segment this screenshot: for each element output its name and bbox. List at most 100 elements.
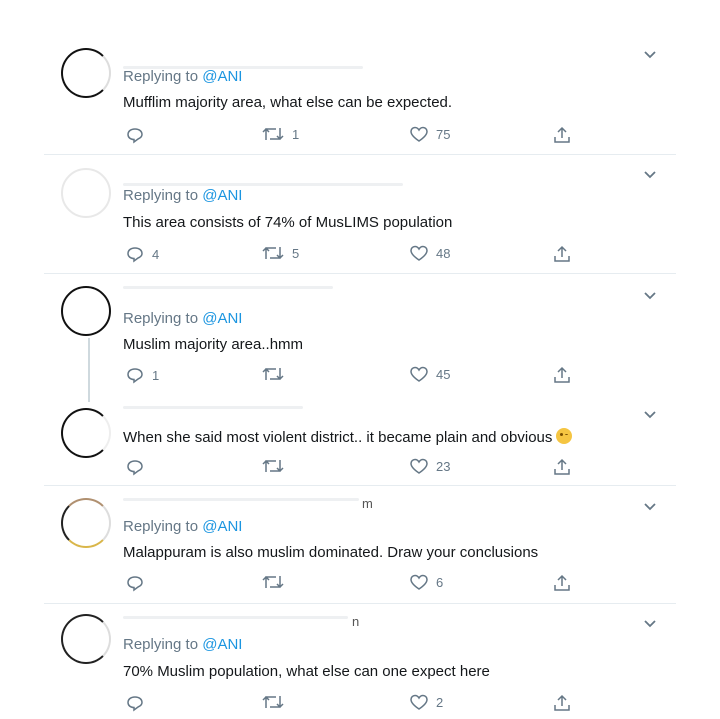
replying-to-handle[interactable]: @ANI bbox=[202, 68, 242, 85]
retweet-count: 1 bbox=[292, 126, 300, 142]
author-name-tail: m bbox=[362, 496, 373, 511]
share-icon bbox=[554, 245, 570, 262]
retweet-button[interactable] bbox=[262, 458, 292, 474]
reply-button[interactable]: 1 bbox=[126, 366, 159, 384]
reply-icon bbox=[127, 368, 143, 384]
like-button[interactable]: 6 bbox=[410, 574, 443, 591]
chevron-down-icon[interactable] bbox=[643, 502, 657, 512]
author-name-tail: n bbox=[352, 614, 360, 629]
reply-count: 1 bbox=[152, 367, 160, 383]
share-button[interactable] bbox=[553, 126, 571, 144]
avatar[interactable] bbox=[61, 498, 111, 548]
share-icon bbox=[554, 366, 570, 383]
reply-icon bbox=[127, 247, 143, 263]
replying-to-handle[interactable]: @ANI bbox=[202, 187, 242, 204]
tweet-1[interactable]: Replying to @ANI Mufflim majority area, … bbox=[0, 0, 720, 155]
winking-face-icon bbox=[556, 428, 573, 444]
chevron-down-icon[interactable] bbox=[643, 170, 657, 180]
like-button[interactable]: 48 bbox=[410, 245, 450, 262]
tweet-text: This area consists of 74% of MusLIMS pop… bbox=[123, 214, 453, 231]
avatar[interactable] bbox=[61, 614, 111, 664]
author-name-obscured bbox=[123, 616, 348, 619]
retweet-button[interactable] bbox=[262, 574, 292, 590]
retweet-icon bbox=[262, 246, 284, 260]
like-button[interactable]: 23 bbox=[410, 458, 450, 475]
reply-button[interactable] bbox=[126, 458, 152, 476]
thread-line bbox=[88, 338, 90, 402]
heart-icon bbox=[410, 126, 428, 142]
reply-button[interactable]: 4 bbox=[126, 245, 159, 263]
reply-button[interactable] bbox=[126, 126, 152, 144]
heart-icon bbox=[410, 245, 428, 261]
reply-button[interactable] bbox=[126, 694, 152, 712]
retweet-button[interactable]: 5 bbox=[262, 245, 299, 261]
share-icon bbox=[554, 574, 570, 591]
retweet-count: 5 bbox=[292, 245, 300, 261]
avatar[interactable] bbox=[61, 168, 111, 218]
heart-icon bbox=[410, 366, 428, 382]
tweet-4[interactable]: When she said most violent district.. it… bbox=[0, 396, 720, 486]
reply-icon bbox=[127, 128, 143, 144]
share-button[interactable] bbox=[553, 694, 571, 712]
chevron-down-icon[interactable] bbox=[643, 291, 657, 301]
replying-to: Replying to @ANI bbox=[123, 518, 243, 535]
share-icon bbox=[554, 126, 570, 143]
retweet-icon bbox=[262, 575, 284, 589]
retweet-button[interactable] bbox=[262, 366, 292, 382]
share-button[interactable] bbox=[553, 574, 571, 592]
author-name-obscured bbox=[123, 406, 303, 409]
replying-to-handle[interactable]: @ANI bbox=[202, 636, 242, 653]
heart-icon bbox=[410, 458, 428, 474]
tweet-6[interactable]: n Replying to @ANI 70% Muslim population… bbox=[0, 604, 720, 719]
tweet-5[interactable]: m Replying to @ANI Malappuram is also mu… bbox=[0, 486, 720, 604]
like-count: 45 bbox=[436, 367, 451, 382]
replying-to: Replying to @ANI bbox=[123, 187, 243, 204]
like-button[interactable]: 75 bbox=[410, 126, 450, 143]
share-button[interactable] bbox=[553, 245, 571, 263]
like-count: 2 bbox=[436, 695, 444, 710]
retweet-button[interactable]: 1 bbox=[262, 126, 299, 142]
author-name-obscured bbox=[123, 286, 333, 289]
reply-count: 4 bbox=[152, 246, 160, 262]
tweet-text: Mufflim majority area, what else can be … bbox=[123, 94, 453, 111]
replying-to: Replying to @ANI bbox=[123, 310, 243, 327]
author-name-obscured bbox=[123, 498, 359, 501]
tweet-text: Malappuram is also muslim dominated. Dra… bbox=[123, 544, 539, 561]
heart-icon bbox=[410, 694, 428, 710]
reply-button[interactable] bbox=[126, 574, 152, 592]
replying-to: Replying to @ANI bbox=[123, 68, 243, 85]
tweet-2[interactable]: Replying to @ANI This area consists of 7… bbox=[0, 155, 720, 273]
like-button[interactable]: 2 bbox=[410, 694, 443, 711]
replying-to-handle[interactable]: @ANI bbox=[202, 518, 242, 535]
like-button[interactable]: 45 bbox=[410, 366, 450, 383]
reply-icon bbox=[127, 696, 143, 712]
tweet-3[interactable]: Replying to @ANI Muslim majority area..h… bbox=[0, 274, 720, 402]
chevron-down-icon[interactable] bbox=[643, 50, 657, 60]
retweet-icon bbox=[262, 459, 284, 473]
like-count: 6 bbox=[436, 575, 444, 590]
share-icon bbox=[554, 694, 570, 711]
chevron-down-icon[interactable] bbox=[643, 619, 657, 629]
share-button[interactable] bbox=[553, 458, 571, 476]
like-count: 23 bbox=[436, 459, 451, 474]
heart-icon bbox=[410, 574, 428, 590]
replying-to: Replying to @ANI bbox=[123, 636, 243, 653]
avatar[interactable] bbox=[61, 408, 111, 458]
chevron-down-icon[interactable] bbox=[643, 410, 657, 420]
avatar[interactable] bbox=[61, 286, 111, 336]
retweet-icon bbox=[262, 695, 284, 709]
retweet-icon bbox=[262, 367, 284, 381]
tweet-text: When she said most violent district.. it… bbox=[123, 428, 573, 446]
replying-to-handle[interactable]: @ANI bbox=[202, 310, 242, 327]
like-count: 48 bbox=[436, 246, 451, 261]
reply-icon bbox=[127, 460, 143, 476]
author-name-obscured bbox=[123, 183, 403, 186]
share-icon bbox=[554, 458, 570, 475]
tweet-text: 70% Muslim population, what else can one… bbox=[123, 663, 490, 680]
share-button[interactable] bbox=[553, 366, 571, 384]
tweet-text: Muslim majority area..hmm bbox=[123, 336, 304, 353]
reply-icon bbox=[127, 576, 143, 592]
like-count: 75 bbox=[436, 127, 451, 142]
retweet-button[interactable] bbox=[262, 694, 292, 710]
avatar[interactable] bbox=[61, 48, 111, 98]
